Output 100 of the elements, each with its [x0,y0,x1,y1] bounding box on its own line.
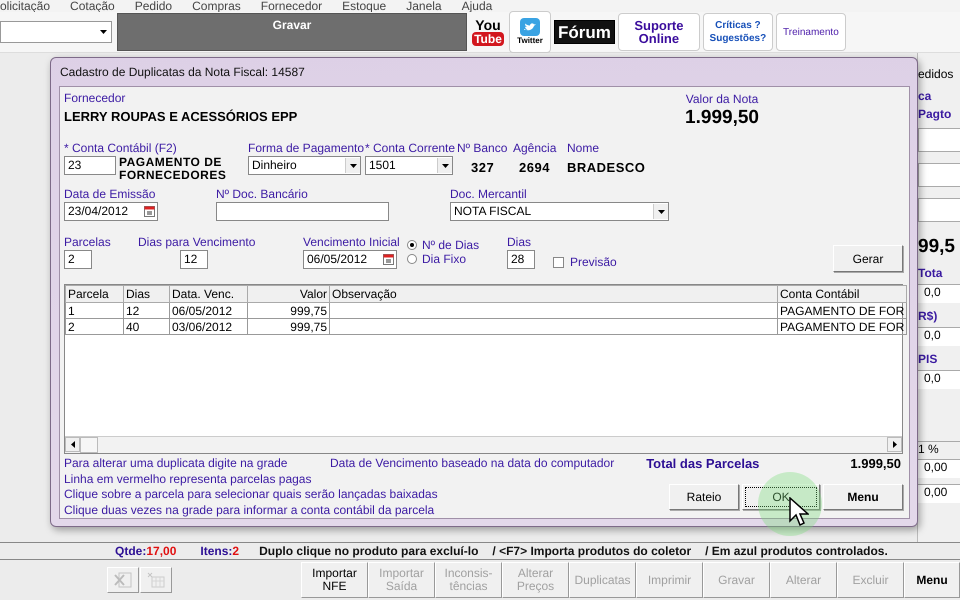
column-header[interactable]: Parcela [66,286,124,302]
checking-account-dropdown[interactable]: 1501 [365,156,453,175]
field-label: Data de Emissão [64,187,156,202]
value-field: 0,0 [918,284,960,303]
account-field[interactable]: 23 [64,156,116,175]
field-label: Vencimento Inicial [303,235,400,250]
column-header[interactable]: Data. Venc. [170,286,248,302]
document-type-dropdown[interactable]: NOTA FISCAL [450,202,669,221]
total-value: 1.999,50 [850,456,901,472]
note-text: Para alterar uma duplicata digite na grade [64,456,288,472]
save-button[interactable]: Gravar [117,13,467,51]
field-label: Valor da Nota [686,92,758,107]
field-label: Agência [513,141,556,156]
note-text: Clique sobre a parcela para selecionar quais serão lançadas baixadas [64,487,438,502]
table-x-icon [147,572,165,588]
column-header[interactable]: Dias [124,286,170,302]
input-field[interactable] [216,202,389,221]
note-text: Data de Vencimento baseado na data do computador [330,456,614,472]
date-field[interactable]: 06/05/2012 [303,250,397,269]
dropdown-arrow-icon [350,164,356,168]
table-cell: 12 [124,302,170,318]
calendar-icon [144,206,155,217]
checkbox[interactable] [553,257,564,268]
input-field[interactable]: 2 [64,250,92,269]
twitter-link[interactable]: Twitter [509,11,551,53]
field-label: Fornecedor [64,91,126,106]
toolbar-button[interactable]: Importar NFE [301,562,368,598]
table-cell: 03/06/2012 [170,318,248,334]
total-value: 99,5 [918,236,955,259]
forum-link[interactable]: Fórum [554,20,615,44]
youtube-link[interactable]: You Tube [470,14,506,50]
bird-icon [520,18,540,36]
hint-text: / Em azul produtos controlados. [705,544,888,558]
input-field[interactable]: 12 [180,250,208,269]
field-label: Nº Doc. Bancário [216,187,308,202]
menu-item[interactable]: Fornecedor [260,0,322,12]
dropdown-arrow-icon [100,30,107,34]
field-label: Nº Banco [457,141,508,156]
field-label: Forma de Pagamento [248,141,364,156]
dialog-button[interactable]: Menu [823,484,903,510]
items-value: 2 [232,544,240,558]
tab-label[interactable]: edidos [918,67,954,89]
note-text: Linha em vermelho representa parcelas pagas [64,472,312,487]
radio-button[interactable] [407,240,417,250]
column-header[interactable]: Valor [248,286,330,302]
feedback-link[interactable]: Críticas ? Sugestões? [702,13,773,51]
input-field[interactable] [918,198,960,222]
radio-button[interactable] [407,254,417,264]
scroll-left-icon [70,441,74,448]
field-label: Nome [567,141,600,156]
payment-method-dropdown[interactable]: Dinheiro [248,156,361,175]
bank-number: 327 [470,160,494,175]
field-label: Pagto [918,107,952,123]
quantity-value: 17,00 [146,544,176,558]
horizontal-scrollbar[interactable] [65,436,902,453]
input-field[interactable] [918,163,960,187]
input-field[interactable]: 28 [507,250,535,269]
table-cell: 999,75 [248,302,330,318]
value-field: 0,0 [918,370,960,389]
menu-item[interactable]: Pedido [134,0,172,12]
calendar-icon [383,254,394,265]
checkbox-label: Previsão [570,255,617,270]
menu-item[interactable]: Janela [406,0,442,12]
account-description: PAGAMENTO DE FORNECEDORES [119,156,228,182]
total-label: Total das Parcelas [646,456,760,472]
note-text: Clique duas vezes na grade para informar a conta contábil da parcela [64,502,434,518]
field-label: Dias para Vencimento [138,235,256,250]
table-cell: 1 [66,302,124,318]
field-label: Dias [507,235,532,250]
toolbar-button[interactable]: Menu [904,562,960,598]
supplier-name: LERRY ROUPAS E ACESSÓRIOS EPP [64,109,298,124]
items-label: Itens: [200,544,232,558]
invoice-total: 1.999,50 [685,107,759,129]
input-field[interactable] [918,128,960,152]
generate-button[interactable]: Gerar [833,245,903,272]
dialog-button[interactable]: OK [742,484,820,510]
field-label: PIS [918,352,938,368]
field-label: Doc. Mercantil [450,187,527,202]
field-label: ca [918,89,932,105]
field-label: R$) [918,309,938,325]
table-cell: 40 [124,318,170,334]
hint-text: Duplo clique no produto para excluí-lo [259,544,478,558]
date-field[interactable]: 23/04/2012 [64,202,158,221]
table-cell: 999,75 [248,318,330,334]
field-label: * Conta Corrente [365,141,456,156]
column-header[interactable]: Observação [330,286,778,302]
scroll-right-icon [892,441,896,448]
combo-box[interactable] [0,21,112,43]
training-link[interactable]: Treinamento [776,13,846,51]
radio-label: Dia Fixo [422,252,466,266]
support-link[interactable]: Suporte Online [618,13,700,51]
value-field: 0,00 [918,459,960,478]
field-label: * Conta Contábil (F2) [64,141,177,156]
scroll-thumb[interactable] [80,437,98,453]
column-header[interactable]: Conta Contábil [778,286,906,302]
window-title: Cadastro de Duplicatas da Nota Fiscal: 14587 [59,64,306,81]
mouse-cursor-icon [789,497,809,527]
dropdown-arrow-icon [658,210,664,214]
dialog-button[interactable]: Rateio [669,484,739,510]
table-cell: 06/05/2012 [170,302,248,318]
